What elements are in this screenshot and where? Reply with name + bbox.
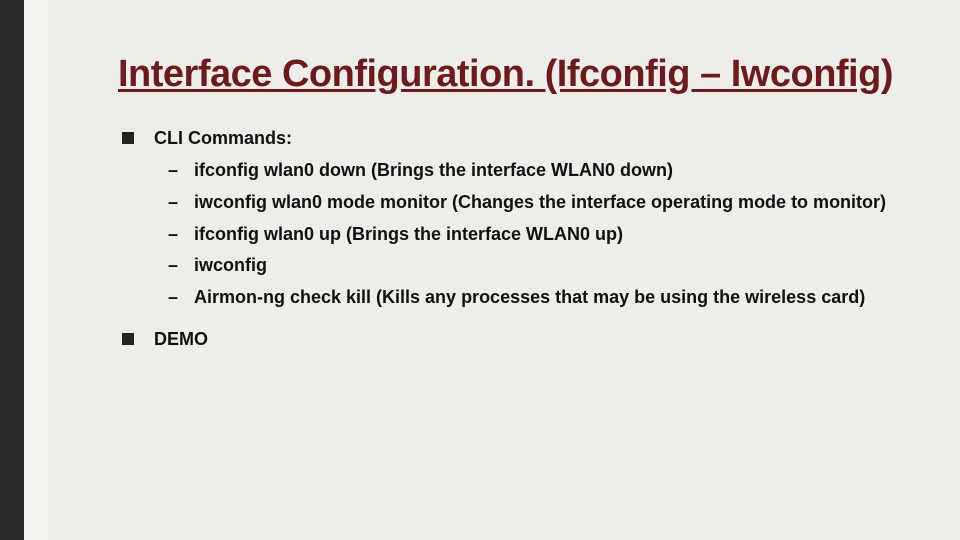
accent-stripe-light: [24, 0, 48, 540]
list-item: iwconfig: [154, 252, 900, 280]
list-item-label: DEMO: [154, 329, 208, 349]
list-item-label: ifconfig wlan0 down (Brings the interfac…: [194, 160, 673, 180]
list-item: CLI Commands: ifconfig wlan0 down (Bring…: [118, 125, 900, 312]
list-item: ifconfig wlan0 up (Brings the interface …: [154, 221, 900, 249]
slide-title: Interface Configuration. (Ifconfig – Iwc…: [118, 52, 900, 97]
list-item-label: iwconfig: [194, 255, 267, 275]
list-item: Airmon-ng check kill (Kills any processe…: [154, 284, 900, 312]
list-item-label: iwconfig wlan0 mode monitor (Changes the…: [194, 192, 886, 212]
list-item: ifconfig wlan0 down (Brings the interfac…: [154, 157, 900, 185]
list-item-label: Airmon-ng check kill (Kills any processe…: [194, 287, 865, 307]
list-item-label: ifconfig wlan0 up (Brings the interface …: [194, 224, 623, 244]
sub-list: ifconfig wlan0 down (Brings the interfac…: [154, 157, 900, 312]
list-item-label: CLI Commands:: [154, 128, 292, 148]
list-item: iwconfig wlan0 mode monitor (Changes the…: [154, 189, 900, 217]
bullet-list: CLI Commands: ifconfig wlan0 down (Bring…: [118, 125, 900, 354]
slide-content: Interface Configuration. (Ifconfig – Iwc…: [118, 52, 900, 368]
accent-stripe-dark: [0, 0, 24, 540]
list-item: DEMO: [118, 326, 900, 354]
